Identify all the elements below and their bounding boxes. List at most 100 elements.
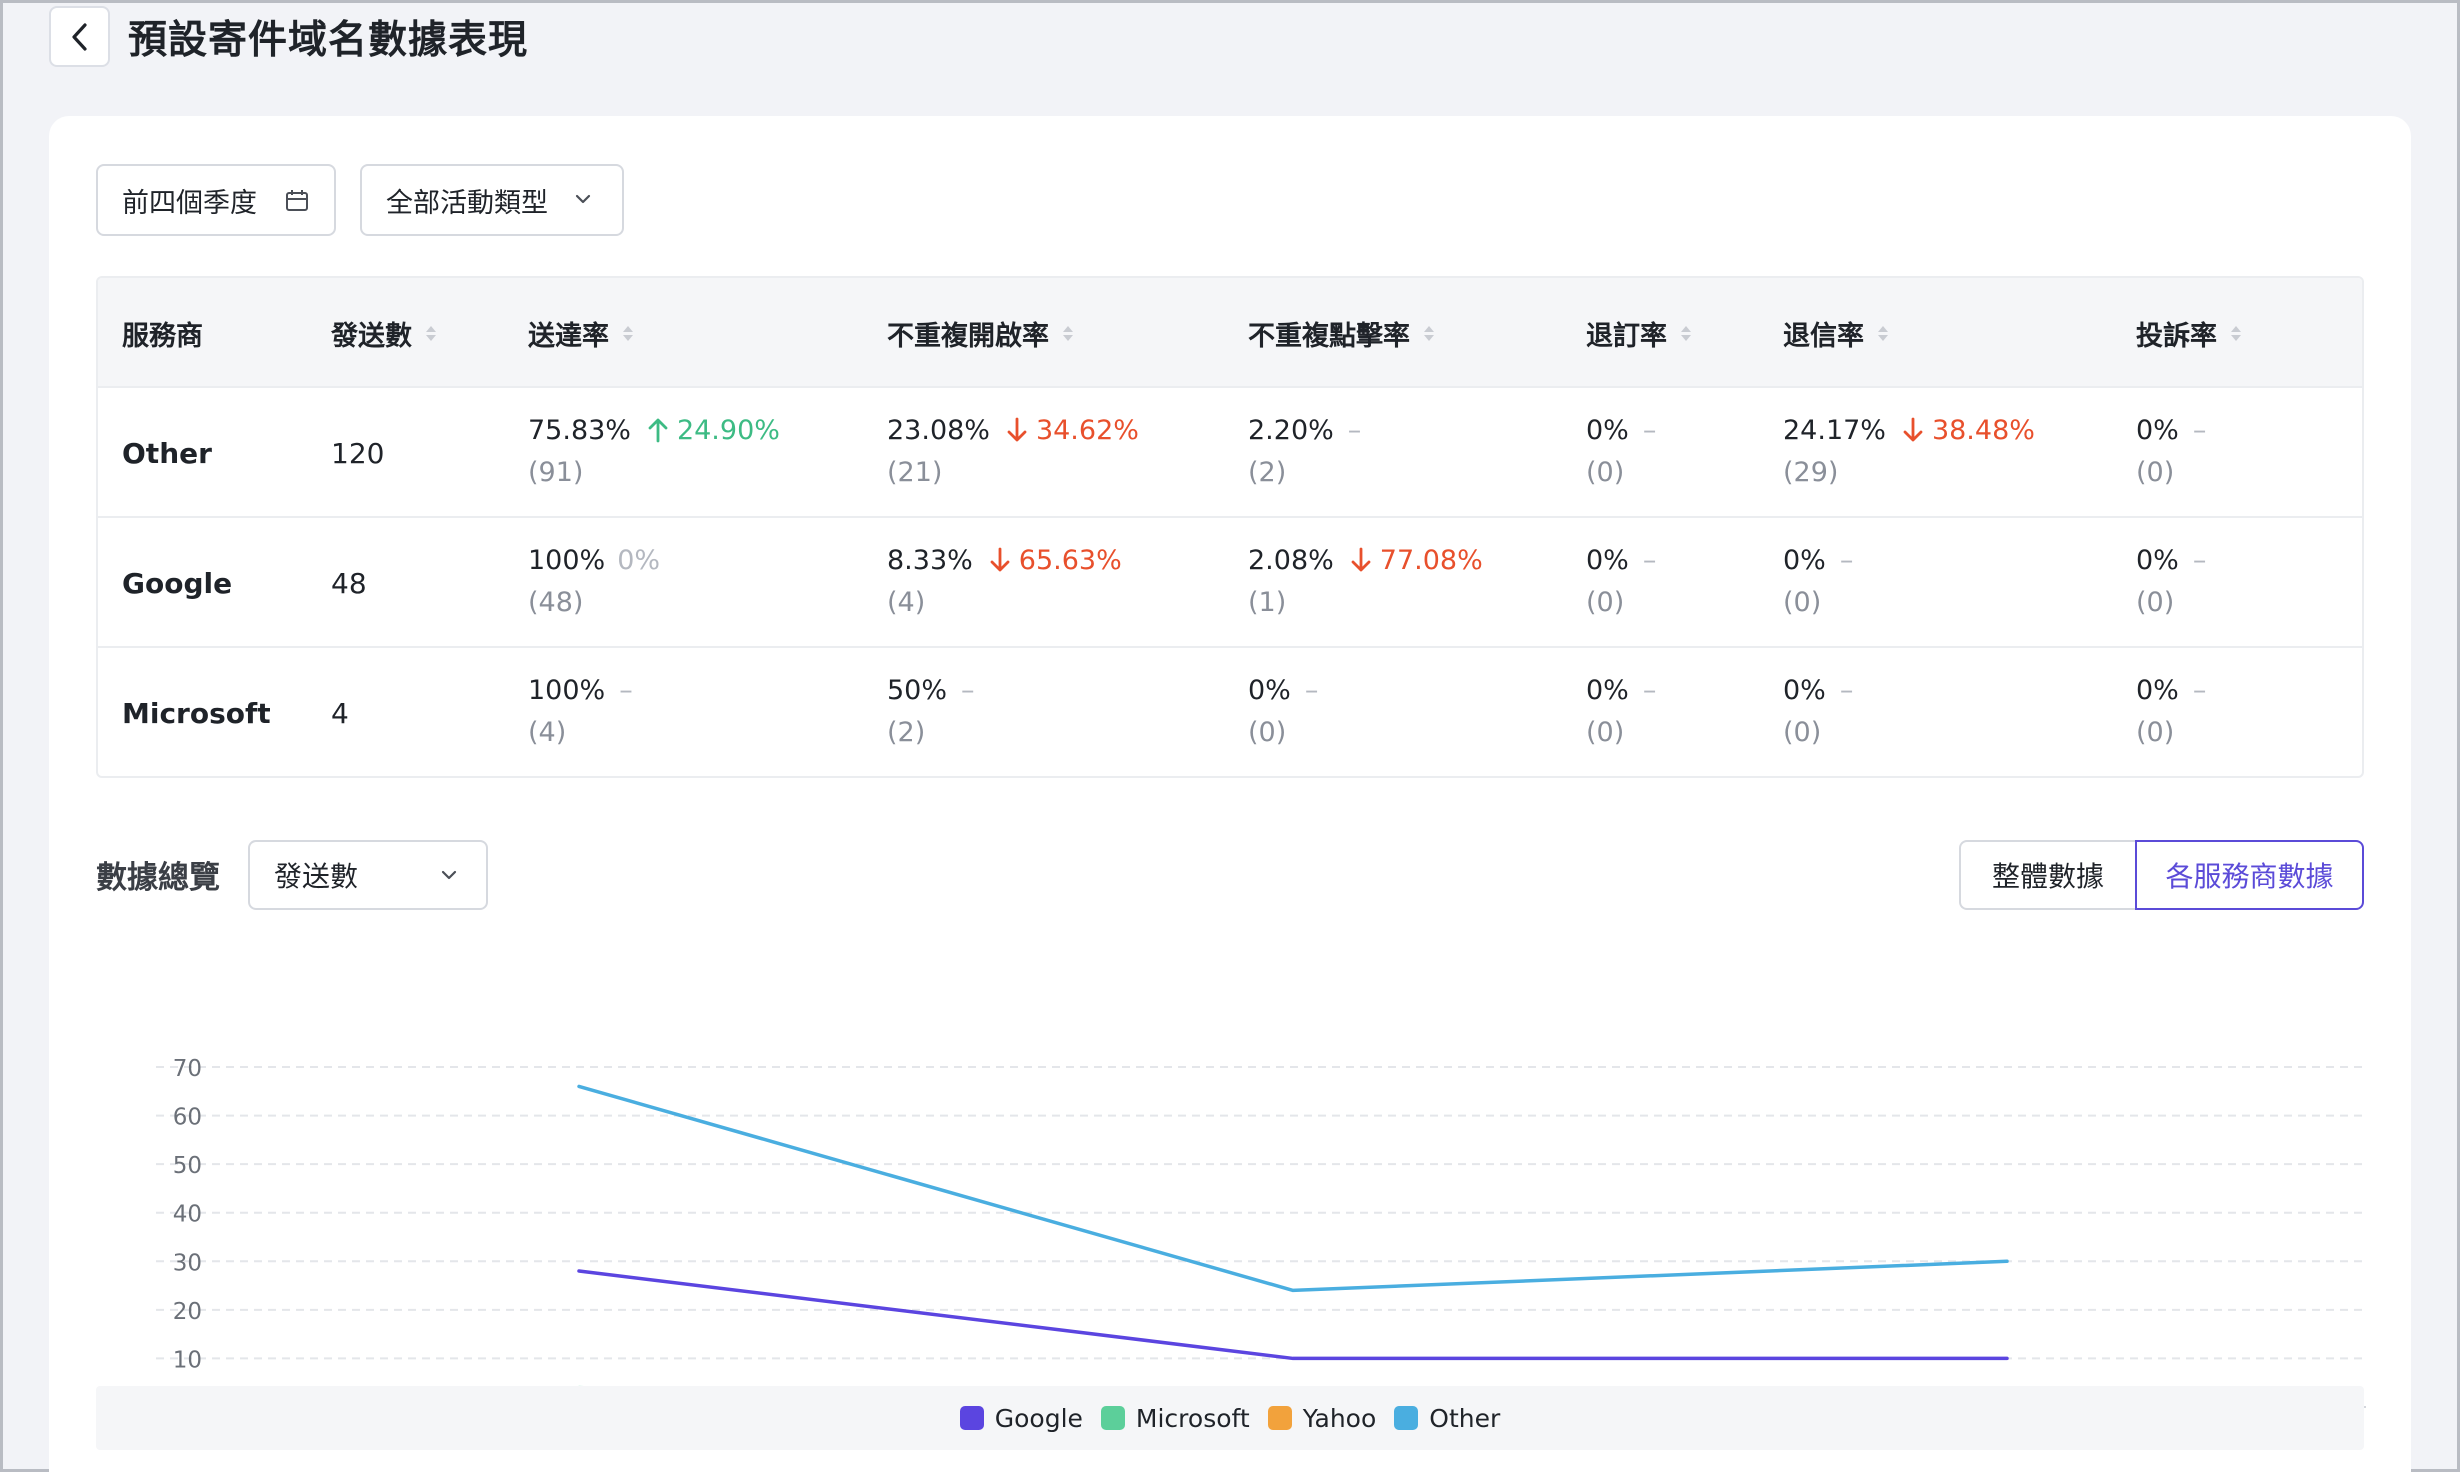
col-complaint-rate[interactable]: 投訴率 — [2136, 278, 2241, 388]
calendar-icon — [286, 190, 308, 211]
metric-change-value: – — [619, 674, 633, 706]
metric-rate-line: 23.08% 34.62% — [887, 410, 1139, 450]
metric-rate: 8.33% — [887, 544, 973, 576]
chevron-left-icon — [71, 22, 87, 51]
metric-change: – — [2193, 415, 2207, 446]
metric-rate-line: 100% – — [528, 670, 633, 710]
col-delivery-rate[interactable]: 送達率 — [528, 278, 633, 388]
metric-change: – — [2193, 545, 2207, 576]
metric-rate: 0% — [1586, 414, 1629, 446]
sort-icon[interactable] — [623, 325, 633, 341]
metric-change-value: 34.62% — [1035, 414, 1139, 446]
sort-icon[interactable] — [1063, 325, 1073, 341]
metric-change: – — [1305, 675, 1319, 706]
content-card: 前四個季度 全部活動類型 服務商 發送數 送達率 不重複開啟率 不重複點擊率 退… — [49, 116, 2411, 1472]
metric-change: – — [1643, 545, 1657, 576]
metric-count: (91) — [528, 456, 584, 488]
metric-select[interactable]: 發送數 — [248, 840, 488, 910]
sort-icon[interactable] — [1424, 325, 1434, 341]
metric-change-value: – — [1304, 674, 1319, 706]
metric-cell: 0% – (0) — [2136, 540, 2206, 624]
metric-count: (0) — [2136, 456, 2175, 488]
legend-item-yahoo[interactable]: Yahoo — [1267, 1403, 1377, 1433]
arrow-down-icon — [989, 546, 1019, 574]
metric-cell: 0% – (0) — [1586, 410, 1656, 494]
legend-swatch — [959, 1406, 984, 1430]
legend-label: Yahoo — [1302, 1403, 1377, 1433]
metric-cell: 0% – (0) — [1783, 540, 1853, 624]
col-provider: 服務商 — [122, 320, 203, 352]
metric-change-value: – — [961, 674, 975, 706]
y-tick-label: 70 — [173, 1056, 202, 1082]
metric-count: (4) — [887, 586, 926, 618]
table-row: Google 48 100% 0% (48) 8.33% 65.63% (4) 2.08% 77.… — [98, 518, 2362, 648]
legend-swatch — [1394, 1406, 1419, 1430]
metric-change: 34.62% — [1006, 415, 1139, 446]
arrow-down-icon — [1350, 546, 1380, 574]
metric-rate-line: 0% – — [1586, 410, 1656, 450]
metric-change: – — [1348, 415, 1362, 446]
col-unsubscribe-rate[interactable]: 退訂率 — [1586, 278, 1691, 388]
legend-item-other[interactable]: Other — [1394, 1404, 1500, 1433]
metric-change: 77.08% — [1350, 545, 1483, 576]
legend-item-google[interactable]: Google — [959, 1404, 1083, 1433]
metric-rate-line: 75.83% 24.90% — [528, 410, 780, 450]
metric-count: (0) — [1783, 716, 1822, 748]
legend-label: Other — [1429, 1403, 1501, 1433]
metric-rate-line: 8.33% 65.63% — [887, 540, 1122, 580]
metric-cell: 0% – (0) — [1248, 670, 1318, 754]
metric-count: (0) — [2136, 716, 2175, 748]
col-open-rate[interactable]: 不重複開啟率 — [887, 278, 1073, 388]
sort-icon[interactable] — [1681, 325, 1691, 341]
metric-rate: 0% — [2136, 544, 2179, 576]
metric-count: (0) — [1783, 586, 1822, 618]
metric-rate-line: 0% – — [1783, 540, 1853, 580]
col-sends[interactable]: 發送數 — [331, 278, 436, 388]
metric-rate: 2.08% — [1248, 544, 1334, 576]
metric-count: (0) — [2136, 586, 2175, 618]
metric-cell: 0% – (0) — [2136, 670, 2206, 754]
activity-type-select[interactable]: 全部活動類型 — [360, 164, 624, 236]
metric-change: – — [1840, 675, 1854, 706]
sort-icon[interactable] — [426, 325, 436, 341]
metric-cell: 23.08% 34.62% (21) — [887, 410, 1139, 494]
metric-rate-line: 0% – — [2136, 670, 2206, 710]
sort-icon[interactable] — [2231, 325, 2241, 341]
metric-rate-line: 0% – — [1586, 670, 1656, 710]
metric-rate: 2.20% — [1248, 414, 1334, 446]
y-tick-label: 50 — [173, 1153, 202, 1179]
back-button[interactable] — [49, 6, 110, 67]
col-bounce-rate[interactable]: 退信率 — [1783, 278, 1888, 388]
metric-change: – — [961, 675, 975, 706]
sort-icon[interactable] — [1878, 325, 1888, 341]
y-tick-label: 10 — [173, 1347, 202, 1373]
metric-count: (1) — [1248, 586, 1287, 618]
metric-cell: 2.20% – (2) — [1248, 410, 1361, 494]
metric-cell: 50% – (2) — [887, 670, 975, 754]
metric-count: (29) — [1783, 456, 1839, 488]
metric-count: (0) — [1586, 456, 1625, 488]
metric-rate: 0% — [1586, 674, 1629, 706]
metric-count: (21) — [887, 456, 943, 488]
toggle-whole-data[interactable]: 整體數據 — [1959, 840, 2135, 910]
provider-table: 服務商 發送數 送達率 不重複開啟率 不重複點擊率 退訂率 退信率 投訴率 Ot… — [96, 276, 2364, 778]
metric-rate: 50% — [887, 674, 948, 706]
metric-rate: 0% — [1783, 544, 1826, 576]
table-row: Other 120 75.83% 24.90% (91) 23.08% 34.62% (21)… — [98, 388, 2362, 518]
metric-change-value: – — [2192, 674, 2207, 706]
col-click-rate[interactable]: 不重複點擊率 — [1248, 278, 1434, 388]
toggle-each-provider[interactable]: 各服務商數據 — [2135, 840, 2364, 910]
metric-rate-line: 24.17% 38.48% — [1783, 410, 2035, 450]
period-filter[interactable]: 前四個季度 — [96, 164, 336, 236]
activity-type-label: 全部活動類型 — [386, 187, 548, 219]
metric-cell: 0% – (0) — [1783, 670, 1853, 754]
y-tick-label: 20 — [173, 1299, 202, 1325]
metric-rate: 23.08% — [887, 414, 990, 446]
metric-change-value: 38.48% — [1931, 414, 2035, 446]
metric-rate-line: 2.20% – — [1248, 410, 1361, 450]
line-chart: 010203040506070040506 — [156, 1056, 2366, 1453]
metric-rate-line: 0% – — [1248, 670, 1318, 710]
legend-item-microsoft[interactable]: Microsoft — [1100, 1404, 1250, 1433]
metric-change-value: 0% — [617, 544, 661, 576]
metric-cell: 24.17% 38.48% (29) — [1783, 410, 2035, 494]
